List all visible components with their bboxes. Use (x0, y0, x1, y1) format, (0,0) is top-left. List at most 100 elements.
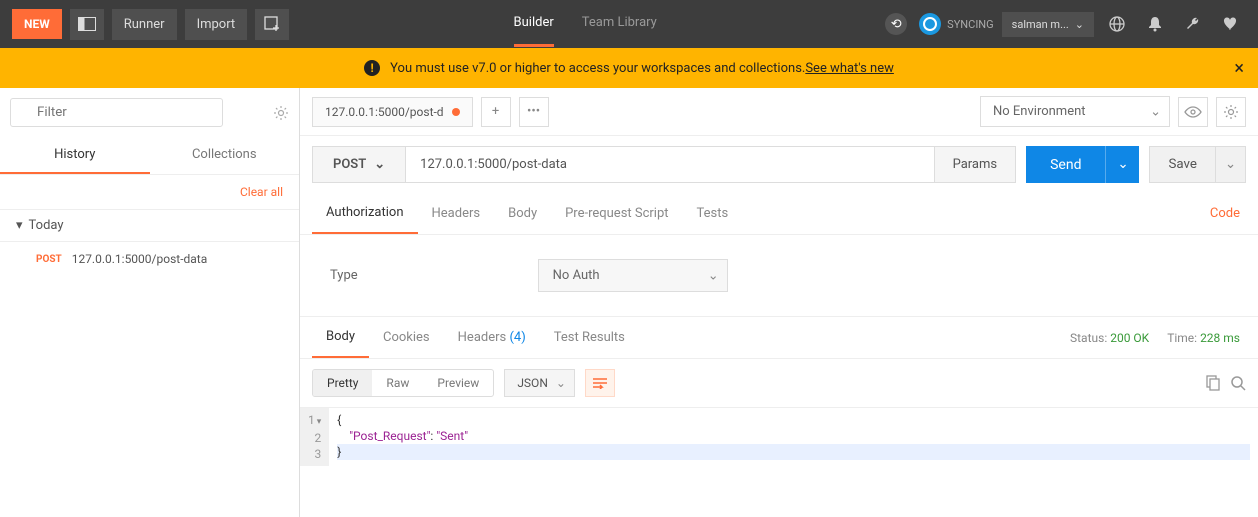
subtab-prerequest[interactable]: Pre-request Script (551, 194, 682, 233)
sidebar-tab-history[interactable]: History (0, 137, 150, 174)
tab-builder[interactable]: Builder (514, 1, 554, 47)
user-dropdown[interactable]: salman m... ⌄ (1002, 12, 1094, 37)
unsaved-dot-icon (452, 108, 460, 116)
filter-box (10, 98, 267, 127)
save-dropdown-button[interactable]: ⌄ (1216, 146, 1246, 183)
chevron-down-icon: ⌄ (374, 157, 385, 172)
env-controls: No Environment ⌄ (980, 96, 1246, 127)
history-item-method: POST (36, 254, 62, 265)
tab-options-button[interactable]: ••• (519, 97, 549, 127)
capture-icon: ⟲ (885, 13, 907, 35)
request-tab-label: 127.0.0.1:5000/post-d (325, 105, 444, 119)
bell-icon (1148, 16, 1162, 32)
add-tab-button[interactable]: + (481, 97, 511, 127)
subtab-body[interactable]: Body (494, 194, 551, 233)
sidebar: History Collections Clear all ▾ Today PO… (0, 88, 300, 517)
import-button[interactable]: Import (185, 9, 248, 40)
auth-type-value: No Auth (553, 268, 600, 283)
main-area: History Collections Clear all ▾ Today PO… (0, 88, 1258, 517)
content-area: 127.0.0.1:5000/post-d + ••• No Environme… (300, 88, 1258, 517)
layout-icon (78, 17, 96, 31)
view-raw[interactable]: Raw (372, 370, 423, 396)
caret-down-icon: ▾ (16, 218, 23, 233)
history-group-today[interactable]: ▾ Today (0, 209, 299, 242)
copy-button[interactable] (1204, 375, 1220, 391)
chevron-down-icon: ⌄ (1117, 157, 1128, 172)
url-input[interactable]: 127.0.0.1:5000/post-data (406, 147, 933, 182)
code-link[interactable]: Code (1204, 194, 1246, 233)
dots-icon: ••• (527, 104, 540, 119)
send-dropdown-button[interactable]: ⌄ (1105, 146, 1139, 183)
response-tabs: Body Cookies Headers (4) Test Results St… (300, 317, 1258, 359)
sidebar-settings-button[interactable] (273, 105, 289, 121)
chevron-down-icon: ⌄ (1075, 18, 1084, 31)
browse-button[interactable] (1102, 9, 1132, 39)
environment-select[interactable]: No Environment ⌄ (980, 96, 1170, 127)
syntax-select[interactable]: JSON ⌄ (504, 369, 575, 397)
subtab-tests[interactable]: Tests (683, 194, 743, 233)
resp-tab-headers[interactable]: Headers (4) (444, 318, 540, 357)
top-center-tabs: Builder Team Library (289, 1, 881, 47)
user-name: salman m... (1012, 18, 1069, 31)
globe-icon (1109, 16, 1125, 32)
warning-banner: ! You must use v7.0 or higher to access … (0, 48, 1258, 88)
sidebar-tab-collections[interactable]: Collections (150, 137, 300, 174)
notifications-button[interactable] (1140, 9, 1170, 39)
code-content[interactable]: { "Post_Request": "Sent" } (329, 408, 1258, 466)
runner-button[interactable]: Runner (112, 9, 177, 40)
view-mode-group: Pretty Raw Preview (312, 369, 494, 397)
response-body: 1▾ 2 3 { "Post_Request": "Sent" } (300, 408, 1258, 466)
time-label: Time: (1167, 331, 1197, 345)
request-tabs-row: 127.0.0.1:5000/post-d + ••• No Environme… (300, 88, 1258, 136)
resp-tab-body[interactable]: Body (312, 317, 369, 358)
environment-value: No Environment (993, 104, 1086, 119)
time-value: 228 ms (1200, 331, 1240, 345)
status-value: 200 OK (1110, 331, 1149, 345)
view-pretty[interactable]: Pretty (313, 370, 372, 396)
history-item-url: 127.0.0.1:5000/post-data (72, 252, 208, 266)
warning-link[interactable]: See what's new (805, 61, 894, 76)
search-icon (1230, 375, 1246, 391)
resp-tab-tests[interactable]: Test Results (540, 318, 639, 357)
warning-text: You must use v7.0 or higher to access yo… (390, 61, 805, 76)
top-bar: NEW Runner Import Builder Team Library ⟲… (0, 0, 1258, 48)
line-gutter: 1▾ 2 3 (300, 408, 329, 466)
auth-type-select[interactable]: No Auth ⌄ (538, 259, 728, 292)
env-settings-button[interactable] (1216, 97, 1246, 127)
method-select[interactable]: POST ⌄ (313, 147, 406, 182)
close-warning-button[interactable]: × (1234, 58, 1244, 79)
save-button[interactable]: Save (1149, 146, 1216, 183)
response-meta: Status: 200 OK Time: 228 ms (1064, 319, 1246, 357)
layout-toggle-button[interactable] (70, 9, 104, 40)
chevron-down-icon: ⌄ (1225, 157, 1236, 172)
settings-button[interactable] (1178, 9, 1208, 39)
format-right (1204, 375, 1246, 391)
send-button[interactable]: Send (1026, 146, 1105, 183)
new-button[interactable]: NEW (12, 9, 62, 39)
search-button[interactable] (1230, 375, 1246, 391)
new-window-button[interactable] (255, 9, 289, 40)
resp-tab-cookies[interactable]: Cookies (369, 318, 444, 357)
request-bar-inner: POST ⌄ 127.0.0.1:5000/post-data Params (312, 146, 1016, 183)
tab-team-library[interactable]: Team Library (582, 1, 657, 47)
subtab-headers[interactable]: Headers (418, 194, 495, 233)
clear-all-button[interactable]: Clear all (0, 175, 299, 209)
wrench-icon (1185, 16, 1201, 32)
plus-icon: + (492, 104, 499, 119)
wrap-lines-button[interactable] (585, 369, 615, 397)
chevron-down-icon: ⌄ (556, 376, 566, 390)
save-group: Save ⌄ (1149, 146, 1246, 183)
heart-button[interactable] (1216, 9, 1246, 39)
copy-icon (1204, 375, 1220, 391)
filter-input[interactable] (10, 98, 223, 127)
params-button[interactable]: Params (934, 147, 1016, 182)
format-row: Pretty Raw Preview JSON ⌄ (300, 359, 1258, 408)
capture-button[interactable]: ⟲ (881, 9, 911, 39)
history-item[interactable]: POST 127.0.0.1:5000/post-data (0, 242, 299, 276)
warning-icon: ! (364, 60, 380, 76)
request-tab[interactable]: 127.0.0.1:5000/post-d (312, 97, 473, 127)
env-quicklook-button[interactable] (1178, 97, 1208, 127)
view-preview[interactable]: Preview (423, 370, 493, 396)
subtab-authorization[interactable]: Authorization (312, 193, 418, 234)
fold-icon[interactable]: ▾ (317, 417, 322, 427)
